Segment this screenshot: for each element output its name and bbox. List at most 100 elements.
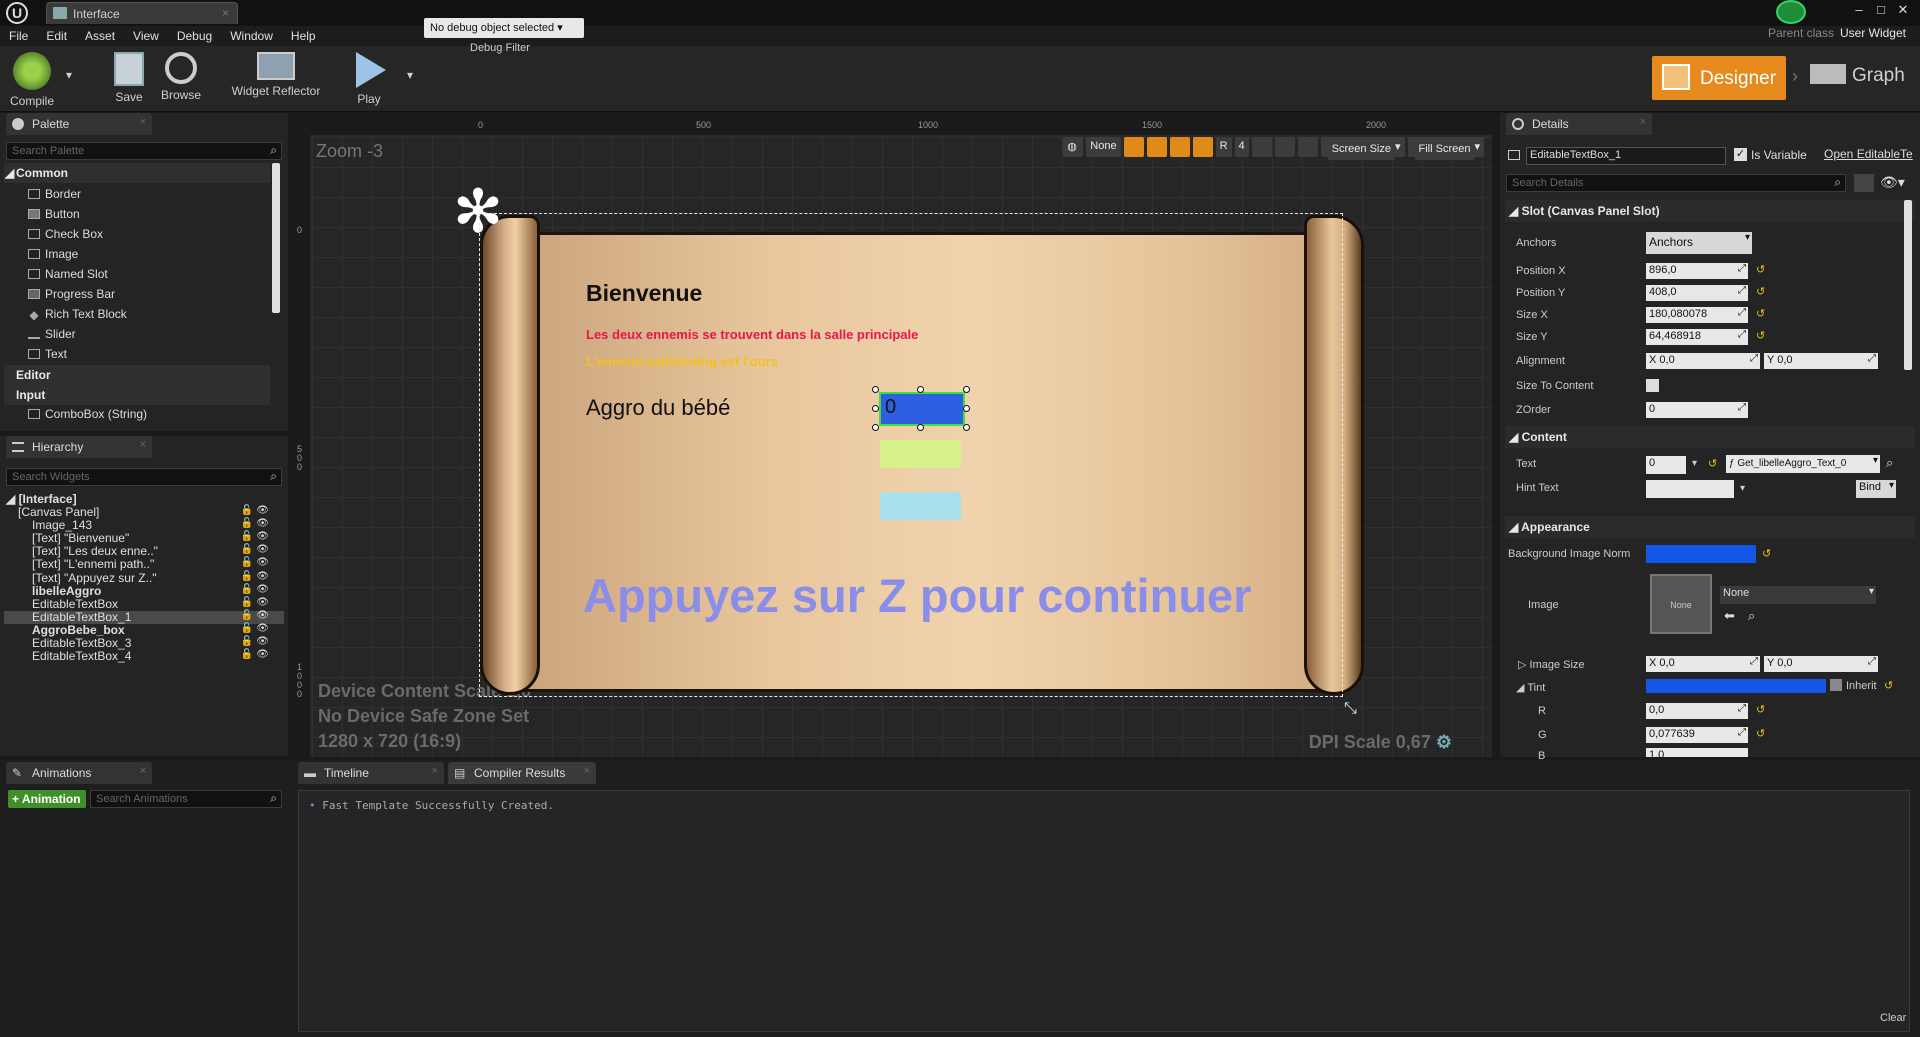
lock-visibility-icons[interactable]: 🔓👁: [241, 584, 272, 595]
hierarchy-search-input[interactable]: Search Widgets ⌕: [6, 468, 282, 486]
palette-item-combobox-string[interactable]: ComboBox (String): [28, 407, 147, 421]
clear-button[interactable]: Clear: [1880, 1012, 1906, 1024]
lock-visibility-icons[interactable]: 🔓👁: [241, 623, 272, 634]
palette-category-editor[interactable]: Editor: [4, 365, 270, 385]
localization-select[interactable]: None: [1086, 137, 1121, 157]
palette-tab[interactable]: Palette ×: [6, 113, 152, 135]
background-image-icon[interactable]: [1274, 137, 1295, 157]
palette-item-named-slot[interactable]: Named Slot: [28, 267, 108, 281]
hierarchy-item[interactable]: [Text] "Appuyez sur Z.." 🔓👁: [4, 571, 284, 585]
section-slot[interactable]: ◢ Slot (Canvas Panel Slot): [1505, 200, 1915, 222]
gear-icon[interactable]: ⚙: [1436, 732, 1452, 752]
minimize-icon[interactable]: –: [1848, 2, 1870, 17]
anchors-dropdown[interactable]: Anchors ▾: [1646, 232, 1752, 254]
selection-handle[interactable]: [963, 405, 970, 412]
text-binding-dropdown[interactable]: ƒ Get_libelleAggro_Text_0 ▾: [1726, 455, 1880, 473]
reset-arrow-icon[interactable]: ↺: [1756, 727, 1765, 740]
hierarchy-tab[interactable]: Hierarchy ×: [6, 436, 152, 458]
section-appearance[interactable]: ◢ Appearance: [1505, 516, 1915, 538]
selection-handle[interactable]: [872, 405, 879, 412]
inherit-checkbox[interactable]: [1830, 679, 1842, 691]
palette-item-rich-text-block[interactable]: ◆ Rich Text Block: [28, 307, 126, 322]
reset-arrow-icon[interactable]: ↺: [1756, 703, 1765, 716]
search-icon[interactable]: ⌕: [1886, 455, 1893, 471]
palette-item-progress-bar[interactable]: Progress Bar: [28, 287, 115, 301]
transform-icon[interactable]: [1251, 137, 1272, 157]
fill-screen-dropdown[interactable]: Fill Screen ▾: [1407, 137, 1484, 160]
menu-window[interactable]: Window: [221, 26, 282, 43]
save-button[interactable]: Save: [106, 46, 152, 112]
size-y-field[interactable]: 64,468918 ⤢: [1646, 329, 1748, 345]
lock-visibility-icons[interactable]: 🔓👁: [241, 544, 272, 555]
hierarchy-item[interactable]: libelleAggro 🔓👁: [4, 584, 284, 598]
section-content[interactable]: ◢ Content: [1505, 426, 1915, 448]
editable-text-box-1[interactable]: 0: [879, 392, 965, 426]
selection-handle[interactable]: [917, 386, 924, 393]
details-scrollbar[interactable]: [1904, 200, 1912, 370]
close-icon[interactable]: ×: [140, 439, 146, 451]
reset-arrow-icon[interactable]: ↺: [1756, 307, 1765, 320]
image-asset-dropdown[interactable]: None ▾: [1720, 586, 1876, 604]
palette-search-input[interactable]: Search Palette ⌕: [6, 142, 282, 160]
selection-handle[interactable]: [872, 386, 879, 393]
animations-tab[interactable]: ✎ Animations ×: [6, 762, 152, 784]
menu-view[interactable]: View: [124, 26, 168, 43]
tint-r-field[interactable]: 0,0 ⤢: [1646, 703, 1748, 719]
close-window-icon[interactable]: ✕: [1892, 2, 1914, 18]
menu-asset[interactable]: Asset: [76, 26, 124, 43]
close-icon[interactable]: ×: [584, 765, 590, 777]
hierarchy-item[interactable]: EditableTextBox_4 🔓👁: [4, 649, 284, 663]
browse-button[interactable]: Browse: [156, 46, 206, 112]
use-selected-arrow-icon[interactable]: ⬅: [1724, 608, 1735, 624]
size-x-field[interactable]: 180,080078 ⤢: [1646, 307, 1748, 323]
screen-size-dropdown[interactable]: Screen Size ▾: [1320, 137, 1405, 160]
open-editabletext-link[interactable]: Open EditableTe: [1824, 147, 1913, 161]
lock-visibility-icons[interactable]: 🔓👁: [241, 531, 272, 542]
is-variable-checkbox[interactable]: ✓: [1734, 148, 1747, 161]
locked-toggle-icon[interactable]: [1169, 137, 1190, 157]
browse-asset-icon[interactable]: ⌕: [1748, 608, 1755, 624]
dpi-icon[interactable]: [1297, 137, 1318, 157]
reset-arrow-icon[interactable]: ↺: [1756, 285, 1765, 298]
widget-title-text[interactable]: Bienvenue: [586, 280, 702, 307]
lock-visibility-icons[interactable]: 🔓👁: [241, 505, 272, 516]
timeline-tab[interactable]: ▬ Timeline ×: [298, 762, 444, 784]
hint-dropdown-arrow-icon[interactable]: ▾: [1740, 483, 1745, 494]
menu-edit[interactable]: Edit: [37, 26, 76, 43]
position-x-field[interactable]: 896,0 ⤢: [1646, 263, 1748, 279]
image-size-x-field[interactable]: X 0,0 ⤢: [1646, 656, 1760, 672]
alignment-x-field[interactable]: X 0,0 ⤢: [1646, 353, 1760, 369]
hierarchy-item[interactable]: EditableTextBox 🔓👁: [4, 597, 284, 611]
image-thumbnail[interactable]: None: [1650, 574, 1712, 634]
lock-visibility-icons[interactable]: 🔓👁: [241, 518, 272, 529]
zorder-field[interactable]: 0 ⤢: [1646, 402, 1748, 418]
maximize-icon[interactable]: □: [1870, 2, 1892, 17]
source-control-icon[interactable]: [1776, 0, 1806, 24]
image-size-y-field[interactable]: Y 0,0 ⤢: [1764, 656, 1878, 672]
palette-item-check-box[interactable]: Check Box: [28, 227, 103, 241]
property-matrix-icon[interactable]: [1854, 174, 1874, 192]
lock-visibility-icons[interactable]: 🔓👁: [241, 597, 272, 608]
details-tab[interactable]: Details ×: [1506, 113, 1652, 135]
play-options-dropdown[interactable]: ▾: [404, 46, 416, 112]
lock-visibility-icons[interactable]: 🔓👁: [241, 636, 272, 647]
editable-text-box-4[interactable]: [880, 492, 961, 520]
bind-dropdown[interactable]: Bind ▾: [1856, 480, 1896, 498]
selection-handle[interactable]: [917, 424, 924, 431]
palette-category-input[interactable]: Input: [4, 385, 270, 405]
palette-item-button[interactable]: Button: [28, 207, 80, 221]
hierarchy-item[interactable]: AggroBebe_box 🔓👁: [4, 623, 284, 637]
respect-locks-button[interactable]: R: [1215, 137, 1232, 157]
play-button[interactable]: Play: [344, 46, 394, 112]
size-to-content-checkbox[interactable]: [1646, 379, 1659, 392]
selection-handle[interactable]: [963, 424, 970, 431]
palette-item-image[interactable]: Image: [28, 247, 78, 261]
parent-class-value[interactable]: User Widget: [1840, 26, 1906, 40]
menu-file[interactable]: File: [0, 26, 37, 43]
position-y-field[interactable]: 408,0 ⤢: [1646, 285, 1748, 301]
grid-size-button[interactable]: 4: [1234, 137, 1249, 157]
palette-category-common[interactable]: ◢ Common: [4, 163, 270, 183]
selection-handle[interactable]: [963, 386, 970, 393]
lock-visibility-icons[interactable]: 🔓👁: [241, 557, 272, 568]
hierarchy-item[interactable]: [Text] "L'ennemi path.." 🔓👁: [4, 557, 284, 571]
